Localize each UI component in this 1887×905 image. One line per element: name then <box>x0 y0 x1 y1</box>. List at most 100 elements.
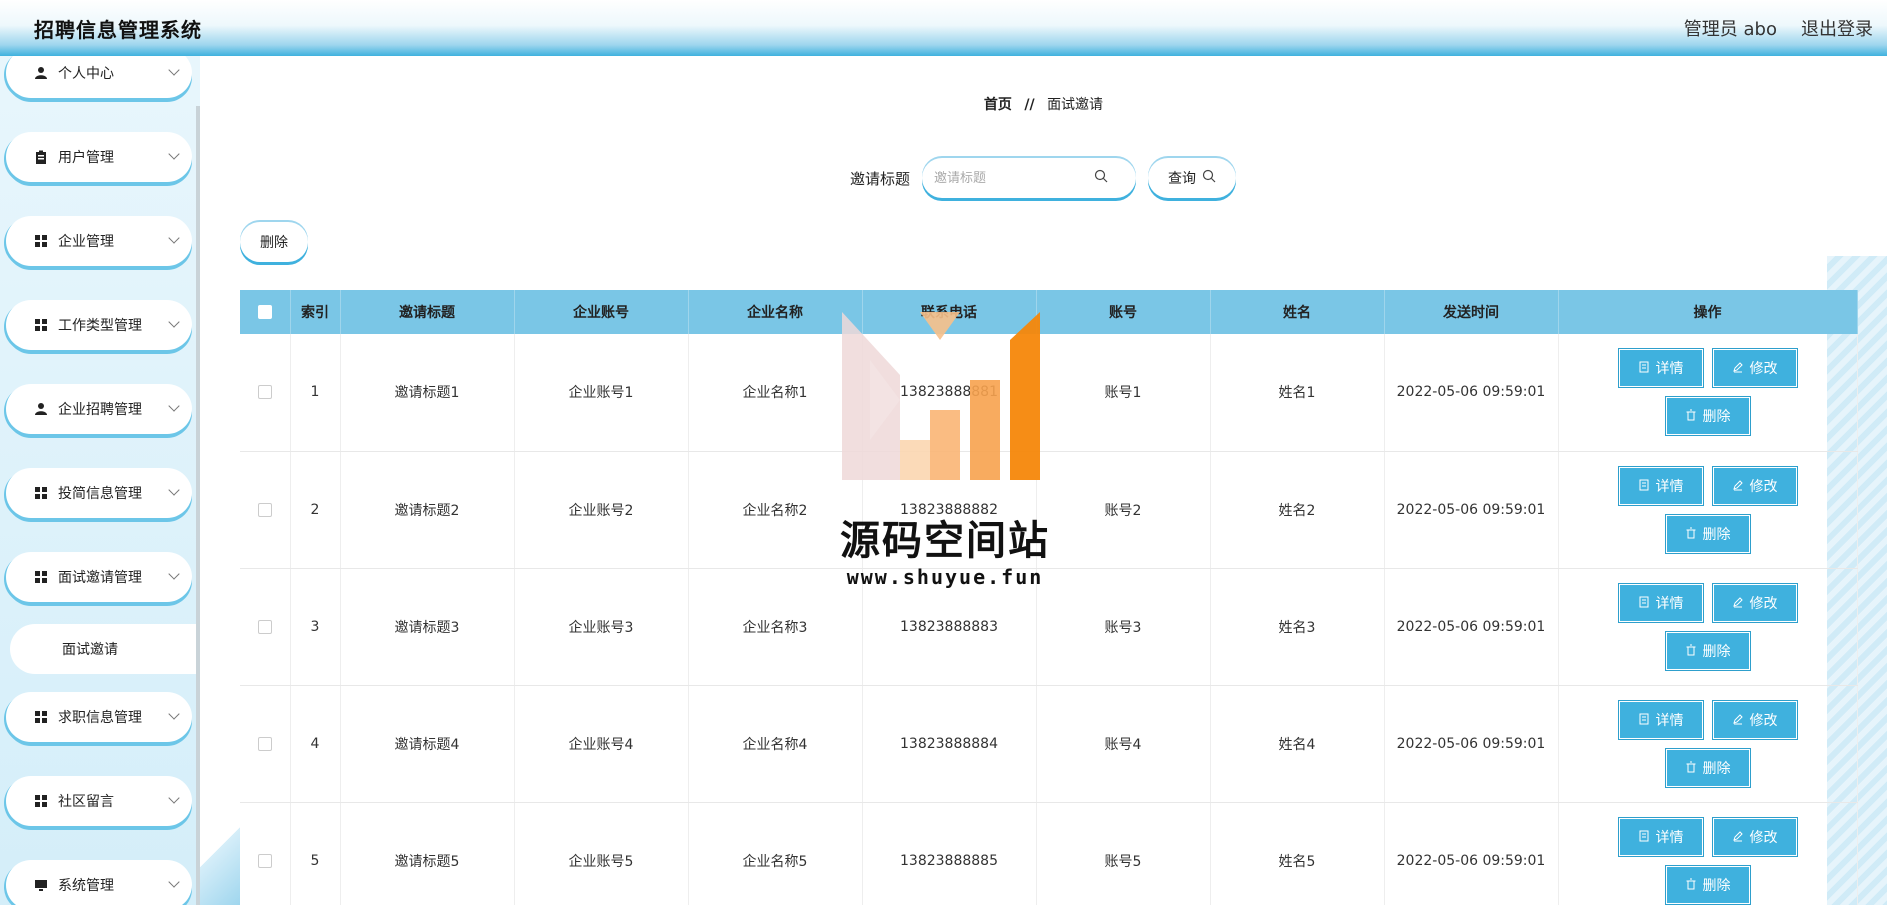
chevron-down-icon <box>168 568 180 580</box>
cell-phone: 13823888885 <box>862 802 1037 905</box>
sidebar-item-job-type-management[interactable]: 工作类型管理 <box>6 300 192 350</box>
edit-button[interactable]: 修改 <box>1713 701 1796 738</box>
breadcrumb-current: 面试邀请 <box>1047 97 1104 113</box>
table-header-row: 索引 邀请标题 企业账号 企业名称 联系电话 账号 姓名 发送时间 操作 <box>240 290 1858 334</box>
cell-name: 姓名3 <box>1210 568 1385 686</box>
delete-button[interactable]: 删除 <box>1666 866 1749 903</box>
table-row: 4 邀请标题4 企业账号4 企业名称4 13823888884 账号4 姓名4 … <box>240 685 1858 803</box>
sidebar-item-label: 系统管理 <box>58 878 114 894</box>
search-row: 邀请标题 查询 <box>850 158 1237 198</box>
batch-delete-button[interactable]: 删除 <box>240 222 308 262</box>
batch-delete-label: 删除 <box>260 235 288 251</box>
sidebar-item-recruitment-management[interactable]: 企业招聘管理 <box>6 384 192 434</box>
current-user-label[interactable]: 管理员 abo <box>1684 15 1777 41</box>
document-icon <box>1638 478 1650 494</box>
sidebar-item-label: 企业招聘管理 <box>58 402 142 418</box>
logout-link[interactable]: 退出登录 <box>1801 15 1873 41</box>
cell-phone: 13823888882 <box>862 451 1037 569</box>
column-header: 操作 <box>1558 290 1858 334</box>
main-content: 首页 // 面试邀请 邀请标题 查询 删除 索引 邀请标题 企 <box>200 56 1887 905</box>
sidebar-item-resume-management[interactable]: 投简信息管理 <box>6 468 192 518</box>
grid-icon <box>34 570 48 584</box>
trash-icon <box>1685 526 1697 542</box>
trash-icon <box>1685 760 1697 776</box>
row-checkbox[interactable] <box>257 502 272 517</box>
sidebar-item-label: 求职信息管理 <box>58 710 142 726</box>
chevron-down-icon <box>168 400 180 412</box>
grid-icon <box>34 486 48 500</box>
row-checkbox[interactable] <box>257 619 272 634</box>
table-row: 2 邀请标题2 企业账号2 企业名称2 13823888882 账号2 姓名2 … <box>240 451 1858 569</box>
sidebar-item-label: 企业管理 <box>58 234 114 250</box>
cell-company-name: 企业名称5 <box>688 802 863 905</box>
delete-button[interactable]: 删除 <box>1666 632 1749 669</box>
chevron-down-icon <box>168 316 180 328</box>
delete-button[interactable]: 删除 <box>1666 398 1749 435</box>
sidebar-item-personal-center[interactable]: 个人中心 <box>6 56 192 98</box>
delete-button[interactable]: 删除 <box>1666 515 1749 552</box>
search-input[interactable] <box>934 170 1095 186</box>
sidebar-item-community-messages[interactable]: 社区留言 <box>6 776 192 826</box>
cell-name: 姓名2 <box>1210 451 1385 569</box>
select-all-checkbox[interactable] <box>257 305 272 319</box>
document-icon <box>1638 595 1650 611</box>
cell-account: 账号3 <box>1036 568 1211 686</box>
sidebar-item-system-management[interactable]: 系统管理 <box>6 860 192 905</box>
breadcrumb-home[interactable]: 首页 <box>984 97 1012 113</box>
row-checkbox[interactable] <box>257 853 272 868</box>
column-header: 企业账号 <box>514 290 689 334</box>
detail-button[interactable]: 详情 <box>1619 584 1702 621</box>
cell-phone: 13823888881 <box>862 334 1037 452</box>
edit-button[interactable]: 修改 <box>1713 350 1796 387</box>
cell-index: 2 <box>290 451 341 569</box>
chevron-down-icon <box>168 64 180 76</box>
edit-button[interactable]: 修改 <box>1713 818 1796 855</box>
cell-time: 2022-05-06 09:59:01 <box>1384 568 1559 686</box>
sidebar-item-interview-management[interactable]: 面试邀请管理 <box>6 552 192 602</box>
trash-icon <box>1685 643 1697 659</box>
column-header: 索引 <box>290 290 341 334</box>
sidebar-item-label: 工作类型管理 <box>58 318 142 334</box>
sidebar-item-user-management[interactable]: 用户管理 <box>6 132 192 182</box>
delete-button[interactable]: 删除 <box>1666 749 1749 786</box>
row-checkbox[interactable] <box>257 736 272 751</box>
detail-button[interactable]: 详情 <box>1619 467 1702 504</box>
row-checkbox[interactable] <box>257 385 272 400</box>
edit-button[interactable]: 修改 <box>1713 584 1796 621</box>
edit-button[interactable]: 修改 <box>1713 467 1796 504</box>
pencil-icon <box>1732 712 1744 728</box>
header-actions: 管理员 abo 退出登录 <box>1684 15 1873 41</box>
sidebar-subitem-label: 面试邀请 <box>62 642 118 658</box>
chevron-down-icon <box>168 876 180 888</box>
detail-button[interactable]: 详情 <box>1619 701 1702 738</box>
cell-company-name: 企业名称1 <box>688 334 863 452</box>
grid-icon <box>34 710 48 724</box>
chevron-down-icon <box>168 708 180 720</box>
detail-button[interactable]: 详情 <box>1619 818 1702 855</box>
user-icon <box>34 402 48 416</box>
chevron-down-icon <box>168 232 180 244</box>
cell-company-account: 企业账号2 <box>514 451 689 569</box>
sidebar-subitem-interview-invitation[interactable]: 面试邀请 <box>10 624 200 674</box>
cell-account: 账号2 <box>1036 451 1211 569</box>
cell-index: 1 <box>290 334 341 452</box>
grid-icon <box>34 794 48 808</box>
query-button[interactable]: 查询 <box>1148 158 1237 198</box>
row-actions: 详情 修改 删除 <box>1618 701 1798 786</box>
detail-button[interactable]: 详情 <box>1619 350 1702 387</box>
cell-company-account: 企业账号1 <box>514 334 689 452</box>
select-all-cell <box>240 290 291 334</box>
cell-title: 邀请标题1 <box>340 334 515 452</box>
sidebar-item-label: 面试邀请管理 <box>58 570 142 586</box>
sidebar-item-jobseeker-management[interactable]: 求职信息管理 <box>6 692 192 742</box>
search-label: 邀请标题 <box>850 169 911 188</box>
cell-company-name: 企业名称2 <box>688 451 863 569</box>
column-header: 邀请标题 <box>340 290 515 334</box>
breadcrumb-separator: // <box>1024 97 1035 113</box>
sidebar: 个人中心 用户管理 企业管理 工作类型管理 企业招聘管理 投简信息管理 面试邀请… <box>0 56 200 905</box>
cell-company-account: 企业账号5 <box>514 802 689 905</box>
pencil-icon <box>1732 829 1744 845</box>
sidebar-item-company-management[interactable]: 企业管理 <box>6 216 192 266</box>
cell-account: 账号4 <box>1036 685 1211 803</box>
cell-account: 账号1 <box>1036 334 1211 452</box>
